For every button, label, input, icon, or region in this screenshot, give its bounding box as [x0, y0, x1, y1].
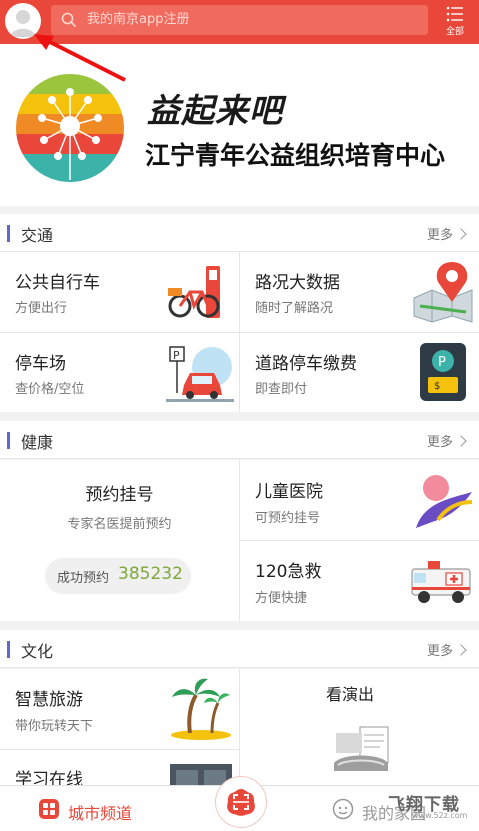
badge-count: 385232 [118, 564, 183, 584]
health-more-link[interactable]: 更多 [426, 431, 467, 450]
annotation-arrow-icon [34, 34, 126, 82]
section-accent-bar [7, 432, 10, 449]
section-traffic-title: 交通 [21, 226, 54, 245]
section-health-title: 健康 [21, 433, 54, 452]
chevron-right-icon [455, 644, 467, 656]
tile-appointment-register[interactable]: 预约挂号 专家名医提前预约 成功预约 385232 [0, 460, 239, 621]
culture-more-link[interactable]: 更多 [426, 640, 467, 659]
tile-title: 看演出 [325, 685, 374, 704]
theater-icon [334, 726, 389, 771]
tile-title: 预约挂号 [85, 485, 154, 505]
section-culture-title: 文化 [21, 642, 54, 661]
tile-title: 道路停车缴费 [255, 354, 357, 374]
svg-text:P: P [173, 349, 180, 362]
scan-button[interactable] [215, 776, 267, 828]
badge-label: 成功预约 [57, 571, 110, 586]
list-menu-icon [446, 6, 463, 22]
tile-children-hospital[interactable]: 儿童医院 可预约挂号 [240, 460, 479, 540]
section-accent-bar [7, 225, 10, 242]
section-traffic-header: 交通 更多 [0, 214, 479, 252]
search-icon [61, 12, 77, 28]
tile-subtitle: 专家名医提前预约 [67, 517, 172, 532]
tile-subtitle: 带你玩转天下 [15, 719, 94, 734]
tile-subtitle: 方便出行 [15, 301, 68, 316]
map-pin-icon [413, 262, 473, 323]
tile-road-parking-fee[interactable]: 道路停车缴费 即查即付 P $ [240, 333, 479, 412]
appointment-count-badge: 成功预约 385232 [45, 558, 191, 594]
tile-subtitle: 方便快捷 [255, 591, 308, 606]
scan-icon [227, 789, 255, 816]
banner-slogan: 益起来吧 [147, 91, 283, 130]
child-hospital-icon [416, 475, 473, 528]
section-accent-bar [7, 641, 10, 658]
app-screen: 我的南京app注册 全部 益起来吧 江宁青年公益组织培育中心 交通 更多 公共自… [0, 0, 479, 831]
tab-my-home[interactable]: 我的家园 [332, 798, 426, 823]
dandelion-logo-icon [16, 74, 124, 182]
tile-subtitle: 查价格/空位 [15, 382, 85, 397]
tile-parking-lot[interactable]: 停车场 查价格/空位 P [0, 333, 239, 412]
svg-text:P: P [438, 355, 446, 370]
tile-smart-tourism[interactable]: 智慧旅游 带你玩转天下 [0, 669, 239, 749]
tile-title: 公共自行车 [15, 273, 100, 293]
chevron-right-icon [455, 435, 467, 447]
watermark-url: www.52z.com [412, 811, 468, 820]
tile-title: 120急救 [255, 562, 322, 582]
tile-subtitle: 即查即付 [255, 382, 308, 397]
tile-title: 路况大数据 [255, 273, 340, 293]
grid-divider [239, 669, 240, 785]
tile-title: 学习在线 [15, 770, 83, 785]
more-label: 更多 [426, 228, 453, 243]
banner-org-name: 江宁青年公益组织培育中心 [145, 141, 446, 170]
chevron-right-icon [455, 228, 467, 240]
tile-traffic-data[interactable]: 路况大数据 随时了解路况 [240, 252, 479, 332]
traffic-more-link[interactable]: 更多 [426, 224, 467, 243]
tile-emergency-120[interactable]: 120急救 方便快捷 [240, 541, 479, 621]
grid-divider [0, 332, 479, 333]
search-placeholder: 我的南京app注册 [87, 12, 190, 27]
bicycle-icon [168, 266, 220, 318]
parking-car-icon: P [166, 346, 234, 402]
grid-divider [0, 749, 239, 750]
section-culture-header: 文化 更多 [0, 630, 479, 668]
tile-public-bicycle[interactable]: 公共自行车 方便出行 [0, 252, 239, 332]
more-label: 更多 [426, 435, 453, 450]
palm-tree-icon [171, 678, 231, 740]
tile-title: 停车场 [15, 354, 66, 374]
home-face-icon [332, 798, 354, 820]
grid-divider [240, 540, 479, 541]
more-label: 更多 [426, 644, 453, 659]
parking-meter-icon: P $ [420, 343, 466, 401]
ambulance-icon [411, 561, 471, 603]
tile-online-learning[interactable]: 学习在线 [0, 750, 239, 785]
tab-city-label: 城市频道 [68, 804, 133, 823]
city-grid-icon [39, 799, 59, 819]
tile-watch-shows[interactable]: 看演出 [240, 669, 479, 785]
section-health-header: 健康 更多 [0, 421, 479, 459]
tile-title: 智慧旅游 [15, 690, 83, 710]
tile-title: 儿童医院 [255, 482, 323, 502]
all-menu-label: 全部 [445, 27, 464, 37]
tab-city-channel[interactable]: 城市频道 [38, 798, 132, 823]
all-menu-button[interactable]: 全部 [436, 3, 474, 41]
tile-subtitle: 可预约挂号 [255, 511, 321, 526]
svg-text:$: $ [434, 381, 440, 392]
tile-subtitle: 随时了解路况 [255, 301, 334, 316]
